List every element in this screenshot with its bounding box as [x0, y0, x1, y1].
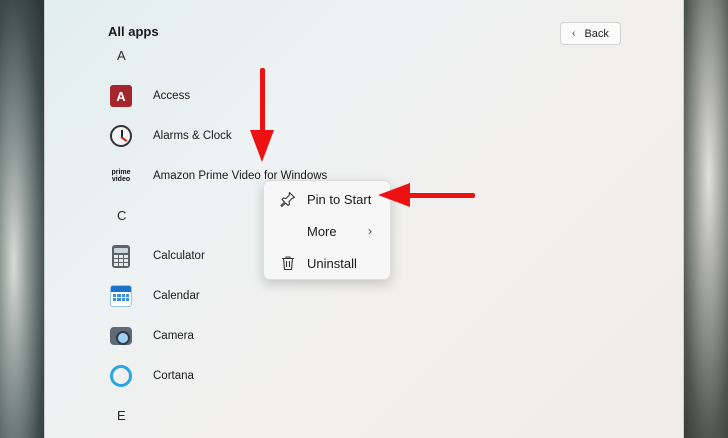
annotation-arrow-down — [260, 68, 265, 136]
chevron-left-icon: ‹ — [572, 28, 576, 39]
access-icon: A — [109, 84, 137, 108]
menu-item-label: Uninstall — [307, 255, 357, 271]
annotation-arrow-left — [405, 193, 475, 198]
app-label: Cortana — [153, 370, 194, 382]
app-item-camera[interactable]: Camera — [105, 320, 425, 352]
app-item-access[interactable]: A Access — [105, 80, 425, 112]
desktop-wallpaper-right — [680, 0, 728, 438]
app-context-menu: Pin to Start More › Uninstall — [263, 180, 391, 280]
app-label: Alarms & Clock — [153, 130, 232, 142]
alarm-clock-icon — [109, 124, 133, 148]
calendar-icon — [109, 284, 133, 308]
prime-video-icon: prime video — [111, 169, 131, 183]
app-label: Calculator — [153, 250, 205, 262]
app-item-calendar[interactable]: Calendar — [105, 280, 425, 312]
annotation-arrow-down-head — [250, 130, 274, 162]
all-apps-title: All apps — [108, 24, 159, 39]
section-letter-c[interactable]: C — [117, 208, 126, 223]
desktop-wallpaper-left — [0, 0, 46, 438]
section-letter-e[interactable]: E — [117, 408, 126, 423]
menu-item-label: Pin to Start — [307, 191, 372, 207]
back-button-label: Back — [584, 27, 609, 40]
pin-icon — [280, 191, 296, 207]
menu-item-uninstall[interactable]: Uninstall — [268, 249, 388, 277]
chevron-right-icon: › — [368, 224, 372, 238]
cortana-icon — [109, 364, 133, 388]
section-letter-a[interactable]: A — [117, 48, 126, 63]
menu-item-more[interactable]: More › — [268, 217, 388, 245]
menu-item-pin-to-start[interactable]: Pin to Start — [268, 185, 388, 213]
app-label: Calendar — [153, 290, 200, 302]
calculator-icon — [109, 244, 133, 268]
trash-icon — [280, 255, 296, 271]
app-label: Camera — [153, 330, 194, 342]
back-button[interactable]: ‹ Back — [560, 22, 621, 45]
app-item-cortana[interactable]: Cortana — [105, 360, 425, 392]
camera-icon — [109, 324, 133, 348]
annotation-arrow-left-head — [378, 183, 410, 207]
menu-item-label: More — [307, 223, 337, 239]
app-label: Access — [153, 90, 191, 102]
